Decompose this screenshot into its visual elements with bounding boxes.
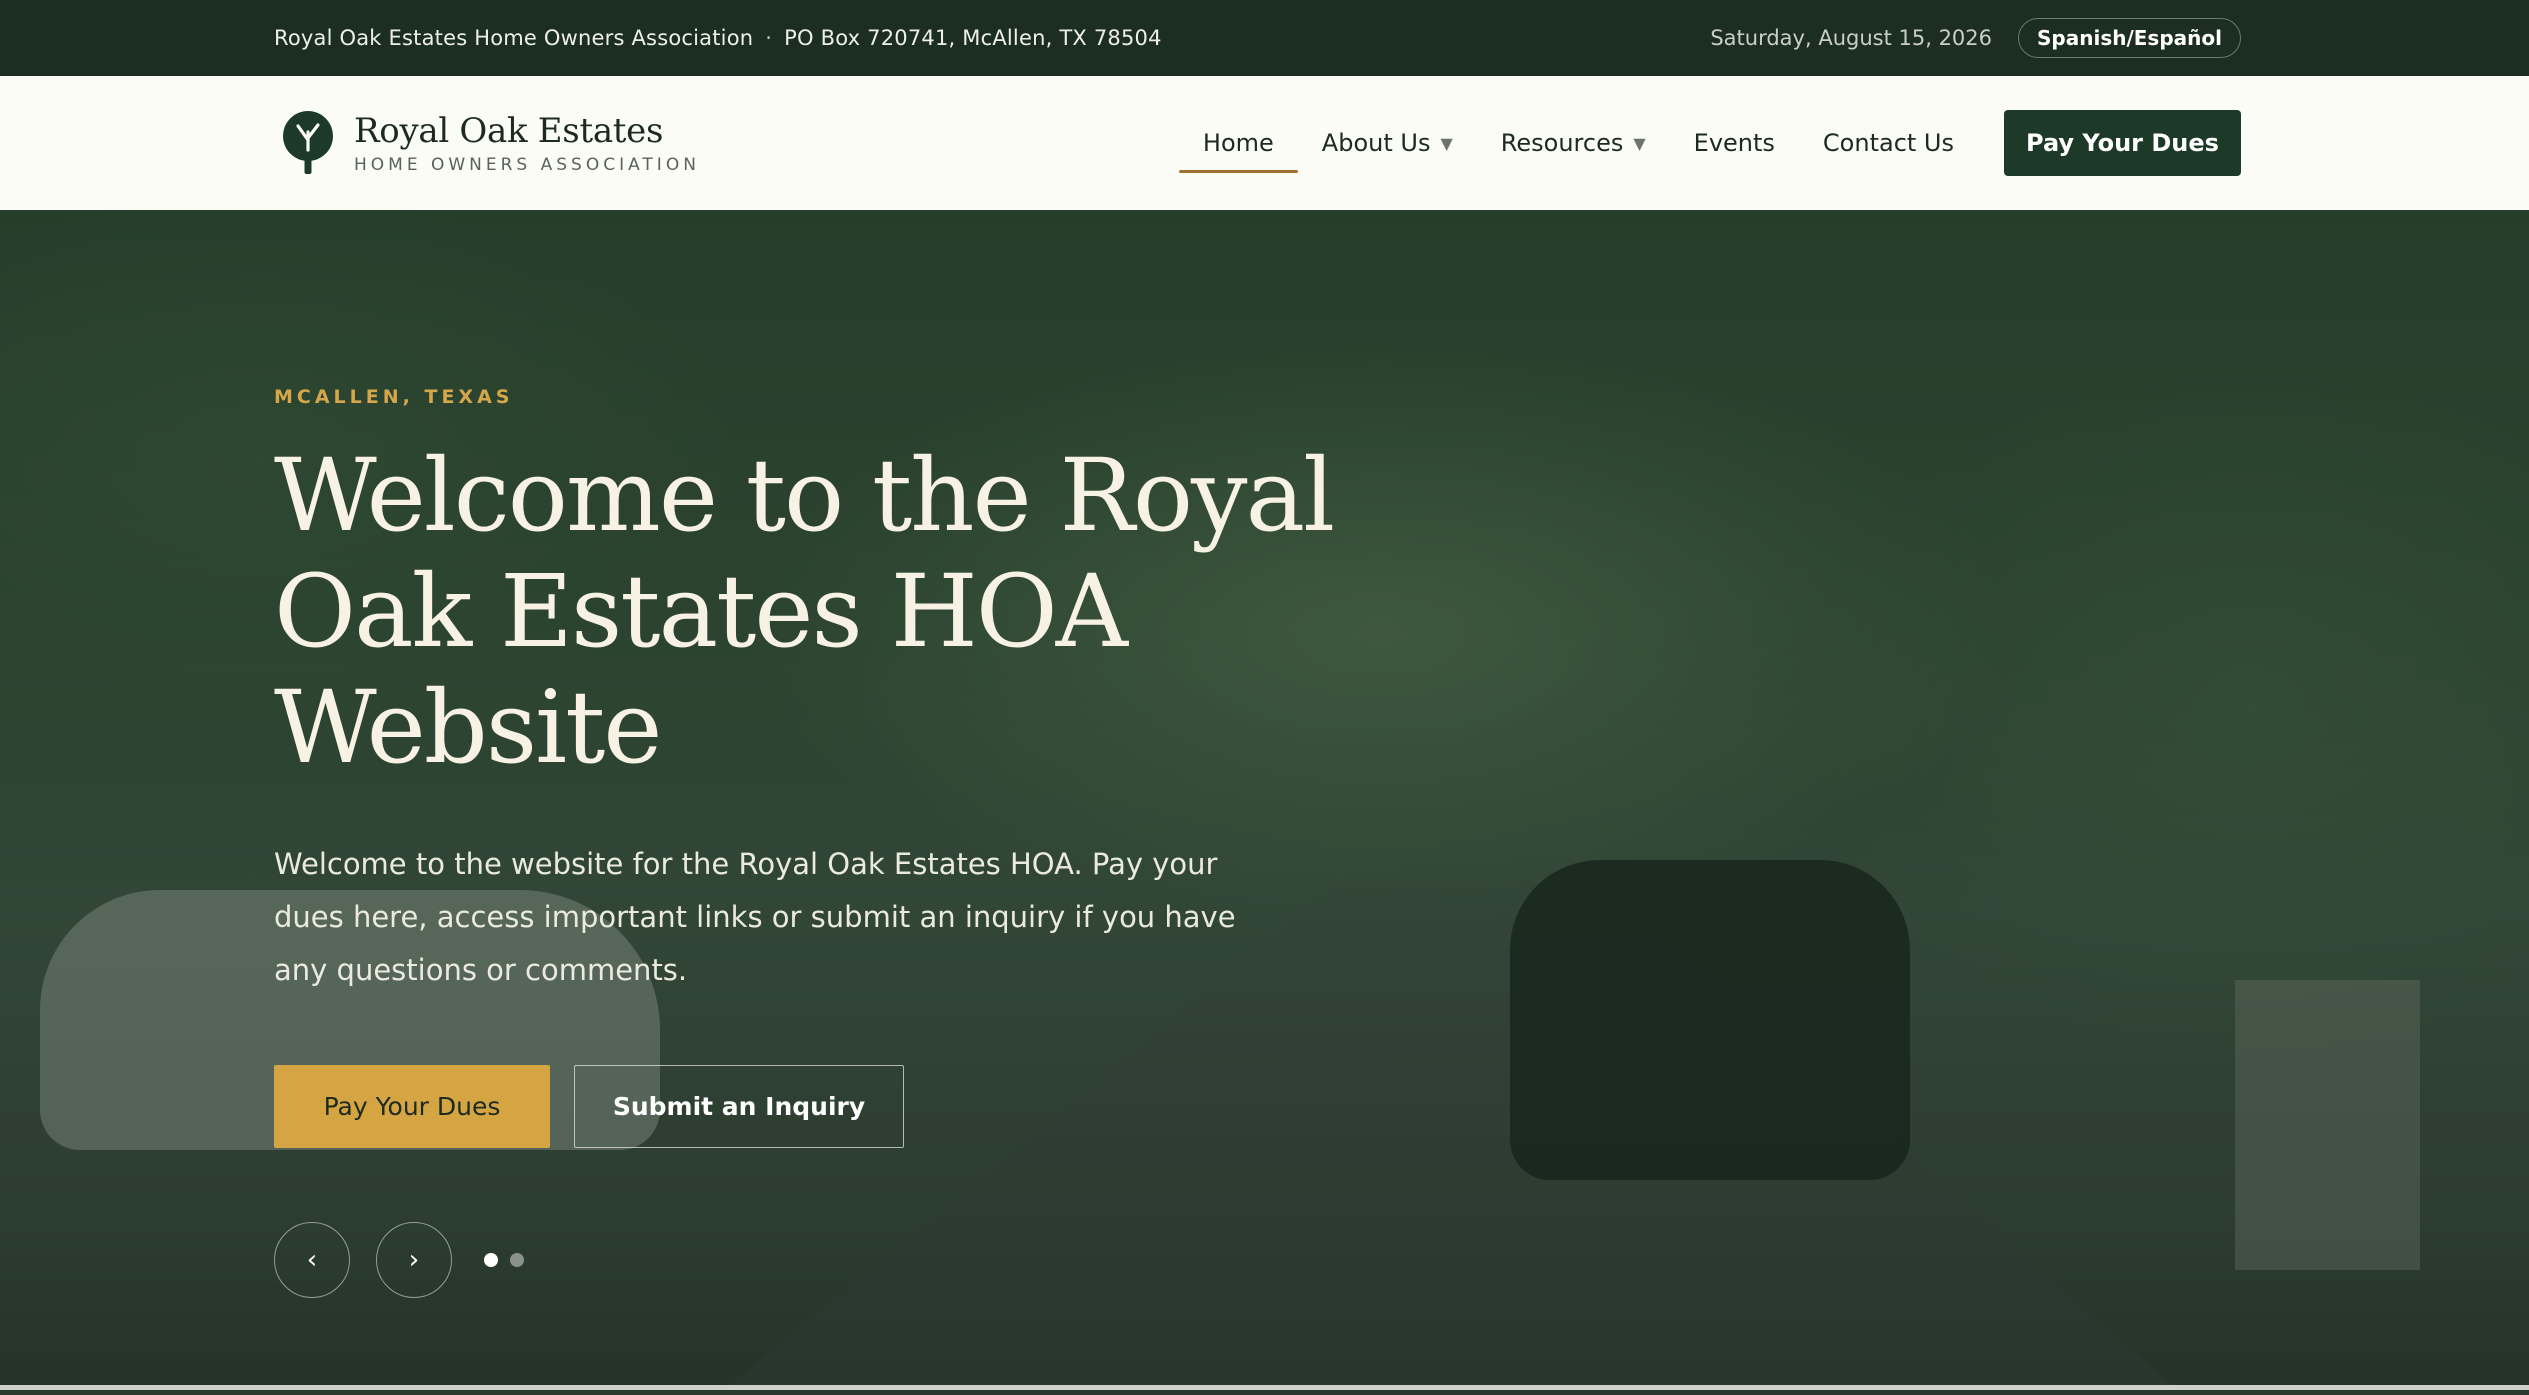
chevron-down-icon: ▼ (1440, 133, 1453, 153)
brand-logo-link[interactable]: Royal Oak Estates HOME OWNERS ASSOCIATIO… (282, 110, 700, 176)
nav-events[interactable]: Events (1670, 111, 1799, 175)
org-address: PO Box 720741, McAllen, TX 78504 (784, 26, 1162, 50)
org-name: Royal Oak Estates Home Owners Associatio… (274, 26, 754, 50)
nav-home[interactable]: Home (1178, 111, 1298, 175)
hero-description: Welcome to the website for the Royal Oak… (274, 847, 1236, 987)
top-bar-right: Saturday, August 15, 2026 Spanish/Españo… (1710, 18, 2241, 58)
org-separator: · (765, 26, 773, 50)
current-date: Saturday, August 15, 2026 (1710, 26, 1993, 50)
pay-dues-nav-button[interactable]: Pay Your Dues (2004, 110, 2241, 176)
nav-resources[interactable]: Resources ▼ (1477, 111, 1670, 175)
main-nav: Home About Us ▼ Resources ▼ Events Conta… (1178, 110, 2241, 176)
slider-dot-2[interactable] (510, 1253, 524, 1267)
hero-content: MCALLEN, TEXAS Welcome to the Royal Oak … (274, 386, 1374, 1298)
brand-subtitle: HOME OWNERS ASSOCIATION (354, 155, 700, 175)
oak-tree-icon (283, 111, 333, 174)
top-bar: Royal Oak Estates Home Owners Associatio… (0, 0, 2529, 76)
nav-about-us[interactable]: About Us ▼ (1298, 111, 1477, 175)
nav-home-label: Home (1202, 129, 1274, 157)
slider-controls: ‹ › (274, 1222, 1374, 1298)
nav-contact-us-label: Contact Us (1822, 129, 1954, 157)
nav-contact-us[interactable]: Contact Us (1799, 111, 1978, 175)
nav-events-label: Events (1693, 129, 1775, 157)
nav-resources-label: Resources (1500, 129, 1624, 157)
hero-eyebrow: MCALLEN, TEXAS (274, 386, 514, 408)
slider-prev-button[interactable]: ‹ (274, 1222, 350, 1298)
site-header: Royal Oak Estates HOME OWNERS ASSOCIATIO… (0, 76, 2529, 210)
slider-next-button[interactable]: › (376, 1222, 452, 1298)
org-info: Royal Oak Estates Home Owners Associatio… (274, 26, 1162, 50)
pay-dues-hero-button[interactable]: Pay Your Dues (274, 1065, 550, 1148)
brand-text: Royal Oak Estates HOME OWNERS ASSOCIATIO… (354, 111, 700, 175)
chevron-right-icon: › (408, 1245, 420, 1275)
chevron-down-icon: ▼ (1633, 133, 1646, 153)
hero-bottom-divider (0, 1385, 2529, 1390)
hero-cta-row: Pay Your Dues Submit an Inquiry (274, 1065, 1374, 1148)
brand-name: Royal Oak Estates (354, 111, 664, 151)
language-toggle-button[interactable]: Spanish/Español (2018, 18, 2241, 58)
slider-dots (484, 1253, 524, 1267)
slider-dot-1[interactable] (484, 1253, 498, 1267)
hero-headline: Welcome to the Royal Oak Estates HOA Web… (274, 437, 1335, 786)
nav-about-us-label: About Us (1321, 129, 1431, 157)
hero-banner: MCALLEN, TEXAS Welcome to the Royal Oak … (0, 210, 2529, 1390)
submit-inquiry-button[interactable]: Submit an Inquiry (574, 1065, 904, 1148)
chevron-left-icon: ‹ (306, 1245, 318, 1275)
